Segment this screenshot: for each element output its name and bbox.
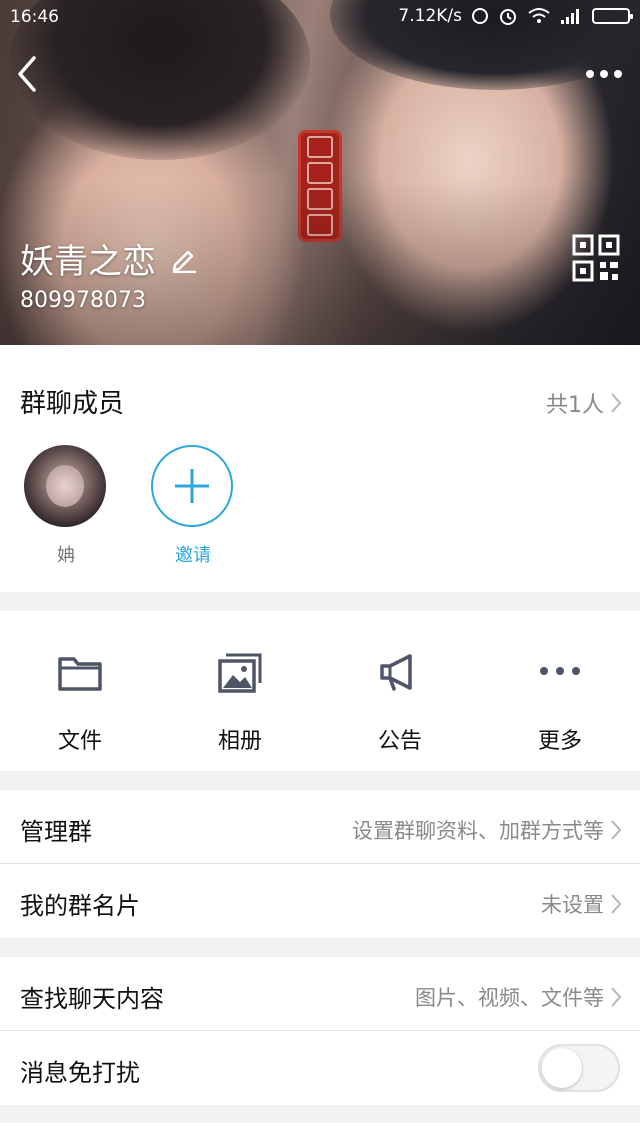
- member-count: 共1人: [546, 393, 604, 418]
- status-time: 16:46: [10, 7, 59, 27]
- members-section: 群聊成员 共1人 姌 邀请: [0, 345, 640, 592]
- group-id: 809978073: [20, 288, 146, 313]
- photo-album-icon: [218, 653, 262, 693]
- more-options-button[interactable]: [580, 62, 628, 86]
- back-button[interactable]: [12, 54, 48, 94]
- do-not-disturb-row: 消息免打扰: [0, 1031, 640, 1105]
- member-count-link[interactable]: 共1人: [546, 387, 622, 419]
- alarm-icon: [500, 9, 516, 25]
- members-title: 群聊成员: [20, 389, 125, 419]
- avatar: [24, 445, 106, 527]
- qr-code-button[interactable]: [572, 234, 620, 282]
- dot-icon: [614, 70, 622, 78]
- battery-icon: [592, 8, 633, 24]
- network-speed: 7.12K/s: [398, 6, 462, 26]
- row-value: 图片、视频、文件等: [415, 982, 622, 1012]
- chevron-right-icon: [611, 987, 622, 1007]
- row-value: 设置群聊资料、加群方式等: [352, 815, 622, 845]
- folder-icon: [58, 657, 102, 691]
- plus-icon: [175, 469, 209, 503]
- row-value-text: 未设置: [541, 893, 604, 917]
- member-item[interactable]: 姌: [24, 445, 108, 567]
- files-button[interactable]: 文件: [0, 611, 160, 771]
- do-not-disturb-toggle[interactable]: [538, 1044, 620, 1092]
- dot-icon: [600, 70, 608, 78]
- album-button[interactable]: 相册: [160, 611, 320, 771]
- more-icon: [540, 667, 580, 675]
- invite-circle: [151, 445, 233, 527]
- announcement-button[interactable]: 公告: [320, 611, 480, 771]
- row-title: 查找聊天内容: [20, 985, 164, 1013]
- row-title: 管理群: [20, 818, 92, 846]
- row-title: 我的群名片: [20, 892, 140, 920]
- row-value: 未设置: [541, 889, 622, 919]
- signal-icon: [561, 9, 579, 24]
- row-title: 消息免打扰: [20, 1059, 140, 1087]
- actions-grid: 文件 相册 公告 更多: [0, 611, 640, 771]
- invite-label: 邀请: [175, 545, 211, 566]
- wifi-icon: [528, 8, 550, 23]
- row-value-text: 设置群聊资料、加群方式等: [352, 819, 604, 843]
- row-value-text: 图片、视频、文件等: [415, 986, 604, 1010]
- manage-group-row[interactable]: 管理群 设置群聊资料、加群方式等: [0, 790, 640, 864]
- chevron-right-icon: [611, 393, 622, 413]
- more-button[interactable]: 更多: [480, 611, 640, 771]
- next-row-partial: [0, 1123, 640, 1138]
- action-label: 公告: [377, 729, 422, 754]
- invite-button[interactable]: 邀请: [151, 445, 235, 567]
- group-name-row: 妖青之恋: [20, 234, 198, 283]
- toggle-knob: [542, 1048, 582, 1088]
- group-name: 妖青之恋: [20, 242, 156, 282]
- chevron-right-icon: [611, 894, 622, 914]
- edit-name-icon[interactable]: [170, 245, 198, 273]
- status-bar: 16:46 7.12K/s: [0, 0, 640, 36]
- search-chat-row[interactable]: 查找聊天内容 图片、视频、文件等: [0, 957, 640, 1031]
- action-label: 更多: [537, 729, 582, 754]
- member-name: 姌: [57, 545, 75, 566]
- sync-icon: [472, 8, 488, 24]
- action-label: 相册: [217, 729, 262, 754]
- chevron-right-icon: [611, 820, 622, 840]
- my-group-card-row[interactable]: 我的群名片 未设置: [0, 864, 640, 938]
- dot-icon: [586, 70, 594, 78]
- action-label: 文件: [57, 729, 102, 754]
- status-right: 7.12K/s: [398, 6, 633, 26]
- megaphone-icon: [380, 654, 412, 691]
